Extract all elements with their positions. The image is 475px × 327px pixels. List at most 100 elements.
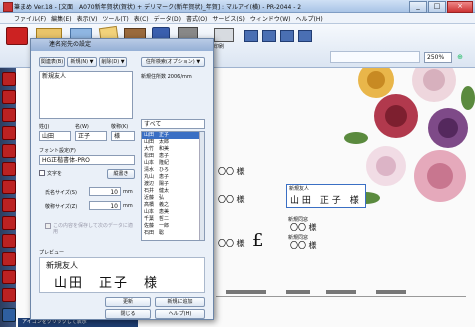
sei-label: 姓(J) (39, 124, 50, 130)
close-button[interactable]: × (447, 1, 473, 13)
keisho-select[interactable]: 様 (111, 131, 135, 141)
sidebar-button-5[interactable] (2, 144, 16, 158)
view-icon-3[interactable] (280, 30, 294, 42)
maximize-button[interactable]: □ (428, 1, 446, 13)
sidebar-button-3[interactable] (2, 108, 16, 122)
address-tab-icon[interactable] (6, 27, 28, 45)
list-scrollbar[interactable] (199, 132, 204, 240)
filter-select[interactable]: すべて (141, 119, 205, 129)
list-item[interactable]: 山本 隆紀 (142, 160, 204, 167)
keisho-label: 敬称(K) (111, 124, 129, 130)
menu-file[interactable]: ファイル(F) (14, 14, 46, 23)
apply-checkbox-label: この内容を保存して次のデータに適用 (53, 223, 133, 235)
apply-checkbox[interactable] (45, 223, 51, 229)
delete-button[interactable]: 削除(D) ▼ (99, 57, 127, 67)
sidebar-button-6[interactable] (2, 162, 16, 176)
group-field[interactable]: 新規友人 (39, 71, 133, 119)
recipient-3[interactable]: 〇〇 様 (218, 238, 245, 249)
related-table-button[interactable]: 関連表(B) (39, 57, 65, 67)
menu-table[interactable]: 表(C) (134, 14, 149, 23)
preview-subtitle: 新規友人 (46, 261, 78, 270)
font-label: フォント設定(F) (39, 148, 76, 154)
zoom-icon[interactable]: ⊕ (455, 52, 465, 63)
menu-edit[interactable]: 編集(E) (51, 14, 71, 23)
close-dialog-button[interactable]: 閉じる (105, 309, 151, 319)
list-item[interactable]: 山本 恵美 (142, 209, 204, 216)
card-name: 山 田 正 子 様 (290, 196, 359, 206)
vertical-button[interactable]: 縦書き (107, 169, 135, 179)
menu-bar: ファイル(F) 編集(E) 表示(V) ツール(T) 表(C) データ(D) 書… (0, 13, 475, 24)
minimize-button[interactable]: _ (409, 1, 427, 13)
printer-icon[interactable] (214, 28, 234, 42)
preview-name: 山田 正子 様 (54, 276, 160, 291)
sidebar-button-11[interactable] (2, 252, 16, 266)
mei-label: 名(W) (75, 124, 89, 130)
menu-format[interactable]: 書式(O) (186, 14, 207, 23)
list-item[interactable]: 渡辺 陽子 (142, 181, 204, 188)
dialog-title: 連名宛先の設定 (31, 39, 213, 51)
mei-input[interactable]: 正子 (75, 131, 107, 141)
text-checkbox[interactable] (39, 170, 45, 176)
menu-tools[interactable]: ツール(T) (102, 14, 128, 23)
add-new-button[interactable]: 新規に追加 (155, 297, 205, 307)
list-item[interactable]: 佐藤 一郎 (142, 223, 204, 230)
left-sidebar (0, 68, 16, 327)
title-bar: 筆まめ Ver.18 - [文面 A070新年賀状(賀状) + デリマーク(新年… (0, 0, 475, 13)
view-icon-2[interactable] (262, 30, 276, 42)
sidebar-button-13[interactable] (2, 288, 16, 302)
menu-window[interactable]: ウィンドウ(W) (250, 14, 291, 23)
new-button[interactable]: 新規(N) ▼ (67, 57, 97, 67)
sidebar-button-12[interactable] (2, 270, 16, 284)
view-icon-4[interactable] (298, 30, 312, 42)
stamp-glyph-icon: £ (252, 230, 264, 251)
list-item[interactable]: 清水 ひろ (142, 167, 204, 174)
view-icon-1[interactable] (244, 30, 258, 42)
sidebar-button-1[interactable] (2, 72, 16, 86)
menu-data[interactable]: データ(D) (154, 14, 181, 23)
recipient-4[interactable]: 〇〇 様 (290, 222, 317, 233)
list-item[interactable]: 山田 太郎 (142, 139, 204, 146)
footer-text-block-4 (376, 290, 406, 294)
recipient-2[interactable]: 〇〇 様 (218, 194, 245, 205)
sidebar-button-14[interactable] (2, 308, 16, 322)
footer-text-block-1 (226, 290, 266, 294)
list-item[interactable]: 石井 健太 (142, 188, 204, 195)
footer-text-block-3 (326, 290, 356, 294)
sidebar-button-8[interactable] (2, 198, 16, 212)
sidebar-button-10[interactable] (2, 234, 16, 248)
list-item[interactable]: 大竹 和美 (142, 146, 204, 153)
footer-text-block-2 (286, 290, 310, 294)
font-select[interactable]: HG正楷書体-PRO (39, 155, 135, 165)
help-button[interactable]: ヘルプ(H) (155, 309, 205, 319)
zoom-select[interactable]: 250% (424, 52, 452, 63)
sidebar-button-9[interactable] (2, 216, 16, 230)
format-bar (330, 51, 420, 63)
sidebar-button-2[interactable] (2, 90, 16, 104)
name-list[interactable]: 山田 正子 山田 太郎 大竹 和美 松田 恵子 山本 隆紀 清水 ひろ 丸山 恵… (141, 131, 205, 241)
size-input-1[interactable]: 10 (89, 187, 121, 196)
list-item[interactable]: 松田 恵子 (142, 153, 204, 160)
window-title: 筆まめ Ver.18 - [文面 A070新年賀状(賀状) + デリマーク(新年… (14, 4, 302, 11)
menu-service[interactable]: サービス(S) (212, 14, 245, 23)
menu-view[interactable]: 表示(V) (77, 14, 98, 23)
preview-box: 新規友人 山田 正子 様 (39, 257, 205, 293)
address-dialog: 連名宛先の設定 関連表(B) 新規(N) ▼ 削除(D) ▼ 住所検索(オプショ… (30, 38, 214, 320)
list-item[interactable]: 千葉 哲二 (142, 216, 204, 223)
settings-button[interactable]: 住所検索(オプション) ▼ (141, 57, 205, 67)
update-button[interactable]: 更新 (105, 297, 151, 307)
menu-help[interactable]: ヘルプ(H) (296, 14, 323, 23)
recipient-1[interactable]: 〇〇 様 (218, 166, 245, 177)
selected-address-box[interactable]: 新規友人 山 田 正 子 様 (286, 184, 366, 208)
recipient-5[interactable]: 〇〇 様 (290, 240, 317, 251)
list-item[interactable]: 丸山 恵子 (142, 174, 204, 181)
sidebar-button-4[interactable] (2, 126, 16, 140)
size-label-1: 氏名サイズ(S) (45, 190, 77, 196)
list-item[interactable]: 高橋 義之 (142, 202, 204, 209)
size-input-2[interactable]: 10 (89, 201, 121, 210)
sidebar-button-7[interactable] (2, 180, 16, 194)
list-item[interactable]: 山田 正子 (142, 132, 204, 139)
text-checkbox-label: 文字を (47, 171, 63, 177)
list-item[interactable]: 近藤 弘 (142, 195, 204, 202)
sei-input[interactable]: 山田 (39, 131, 71, 141)
list-item[interactable]: 石田 聡 (142, 230, 204, 237)
